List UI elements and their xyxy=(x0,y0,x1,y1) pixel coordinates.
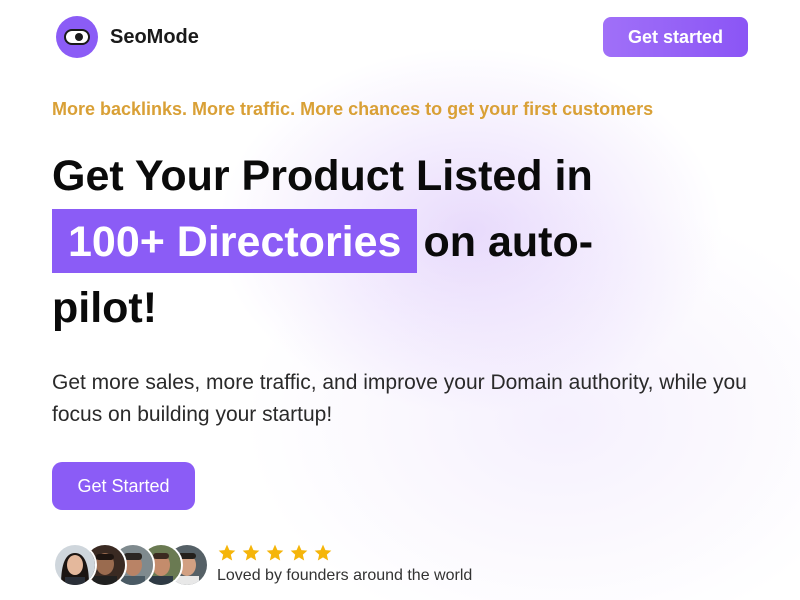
hero-subheadline: Get more sales, more traffic, and improv… xyxy=(52,371,747,426)
top-nav: SeoMode Get started xyxy=(0,0,800,76)
hero-headline: Get Your Product Listed in 100+ Director… xyxy=(52,143,732,341)
social-proof-text: Loved by founders around the world xyxy=(217,567,473,584)
headline-line-2: 100+ Directories on auto- xyxy=(52,209,732,275)
get-started-hero-button[interactable]: Get Started xyxy=(52,462,195,510)
get-started-nav-button[interactable]: Get started xyxy=(603,17,748,57)
toggle-icon xyxy=(56,16,98,58)
star-icon xyxy=(218,544,236,561)
star-icon xyxy=(242,544,260,561)
brand-name: SeoMode xyxy=(110,25,199,48)
rating-stars xyxy=(217,543,333,563)
founder-avatars xyxy=(53,543,213,587)
avatar xyxy=(53,543,97,587)
star-icon xyxy=(266,544,284,561)
headline-line-1: Get Your Product Listed in xyxy=(52,152,593,200)
headline-line-3: pilot! xyxy=(52,284,158,332)
headline-highlight: 100+ Directories xyxy=(52,209,418,273)
headline-after-highlight: on auto- xyxy=(423,218,594,266)
star-icon xyxy=(290,544,308,561)
brand-logo-link[interactable]: SeoMode xyxy=(56,16,199,58)
hero-tagline: More backlinks. More traffic. More chanc… xyxy=(52,99,654,119)
star-icon xyxy=(314,544,332,561)
